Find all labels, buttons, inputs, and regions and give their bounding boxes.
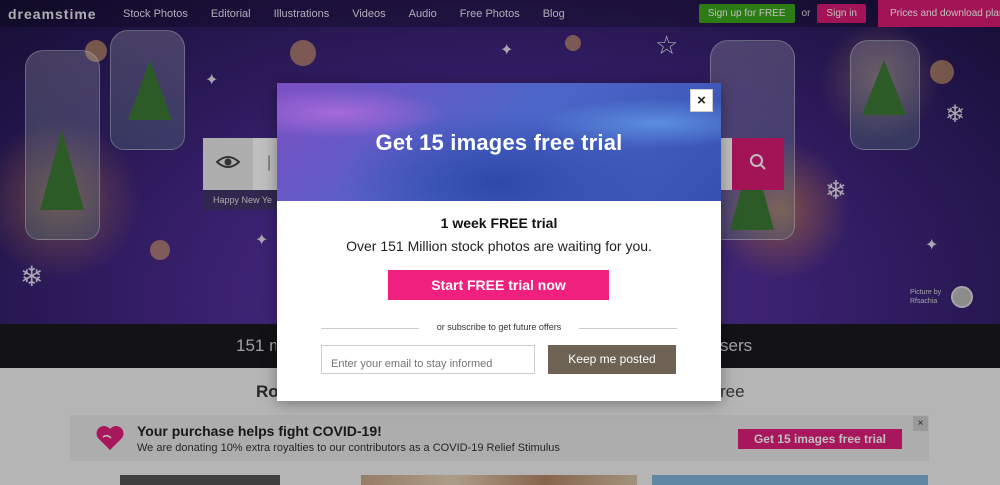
keep-me-posted-button[interactable]: Keep me posted: [548, 345, 676, 374]
page: ✦ ☆ ❄ ❄ ❄ ✦ ✦ ✦ dreamstime Stock Photos …: [0, 0, 1000, 485]
subscribe-divider: or subscribe to get future offers: [321, 322, 677, 334]
email-field[interactable]: [321, 345, 535, 374]
modal-banner: Get 15 images free trial ×: [277, 83, 721, 201]
start-trial-button[interactable]: Start FREE trial now: [388, 270, 609, 300]
modal-title: Get 15 images free trial: [375, 130, 623, 155]
divider-text: or subscribe to get future offers: [430, 322, 568, 332]
trial-modal: Get 15 images free trial × 1 week FREE t…: [277, 83, 721, 401]
modal-heading: 1 week FREE trial: [440, 215, 558, 231]
modal-description: Over 151 Million stock photos are waitin…: [346, 238, 652, 254]
close-icon[interactable]: ×: [690, 89, 713, 112]
